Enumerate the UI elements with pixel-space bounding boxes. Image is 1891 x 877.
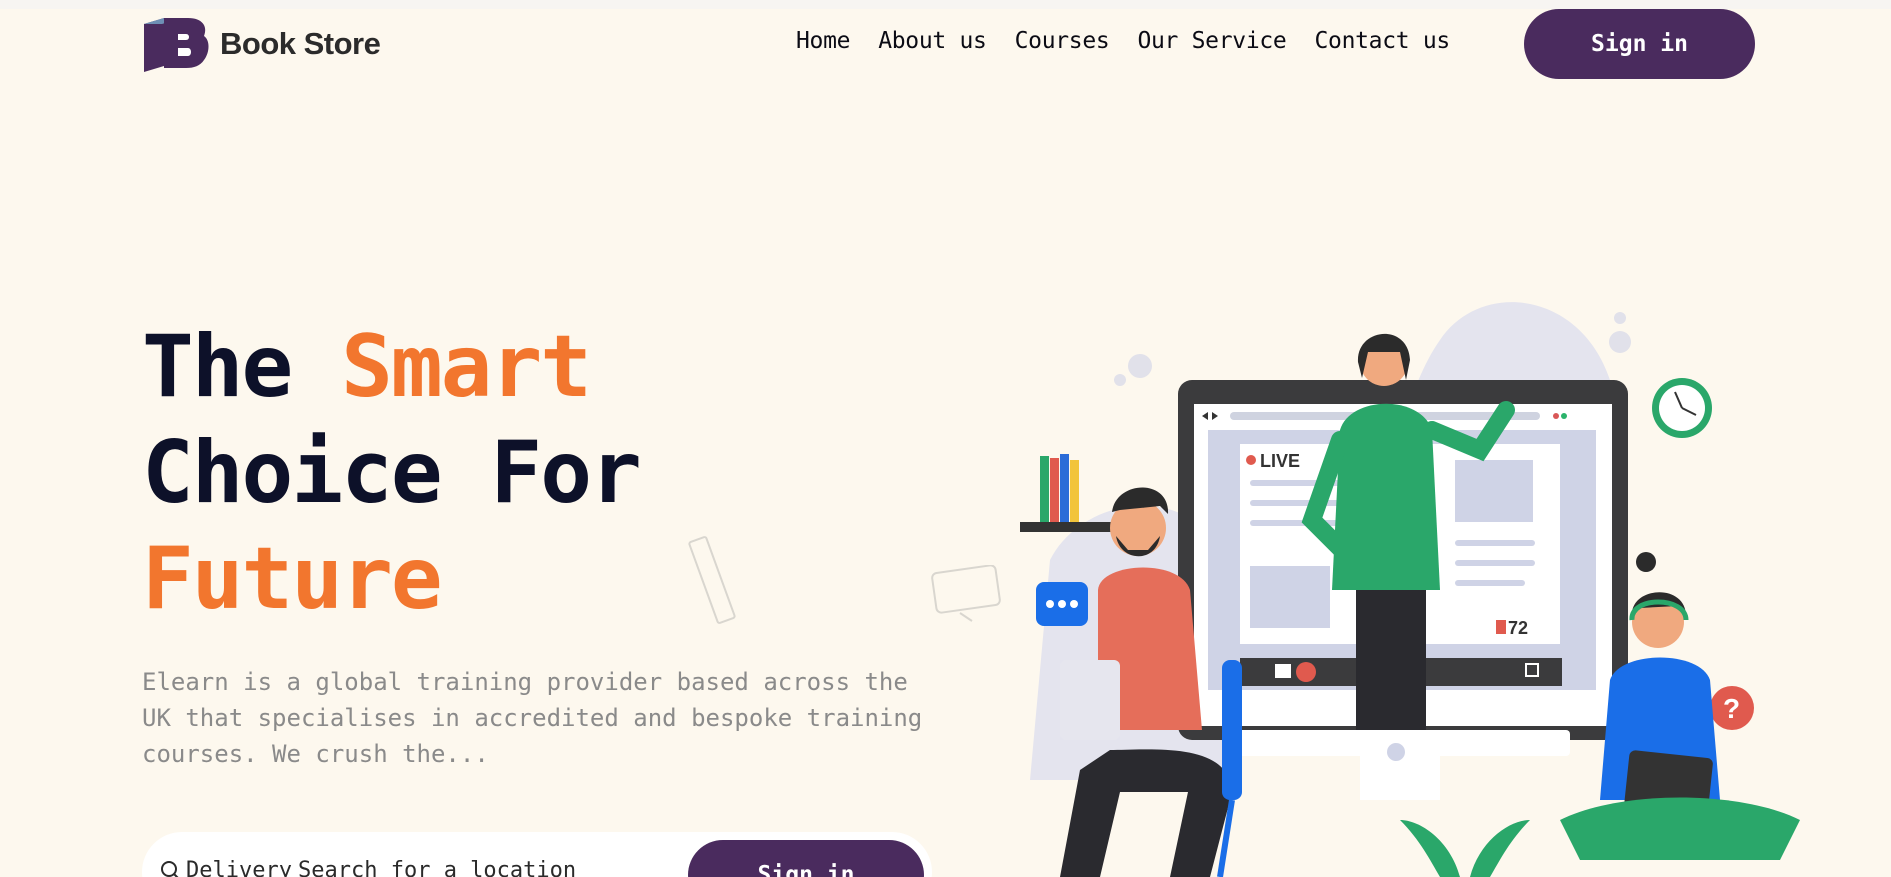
online-learning-illustration: LIVE 72 ? # xyxy=(1020,302,1800,877)
location-search-bar: Delivery Sign in xyxy=(142,832,932,877)
hero-title-part-1: The xyxy=(142,317,342,417)
top-strip xyxy=(0,0,1891,9)
brand-logo[interactable]: Book Store xyxy=(142,16,381,72)
ruler-doodle-icon xyxy=(688,536,736,624)
nav-home[interactable]: Home xyxy=(796,28,851,54)
brand-name: Book Store xyxy=(220,26,381,61)
nav-about-us[interactable]: About us xyxy=(878,28,987,54)
hero-title-accent-1: Smart xyxy=(341,317,592,417)
live-badge: LIVE xyxy=(1260,451,1300,471)
viewer-count: 72 xyxy=(1508,618,1528,638)
book-logo-icon xyxy=(144,18,209,72)
search-delivery-label: Delivery xyxy=(186,858,292,877)
search-icon xyxy=(161,861,179,877)
nav-our-service[interactable]: Our Service xyxy=(1137,28,1286,54)
main-nav: Home About us Courses Our Service Contac… xyxy=(796,28,1450,54)
search-signin-button[interactable]: Sign in xyxy=(688,840,924,877)
nav-courses[interactable]: Courses xyxy=(1015,28,1110,54)
hero-title-accent-2: Future xyxy=(142,529,443,629)
header-signin-button[interactable]: Sign in xyxy=(1524,9,1755,79)
location-search-input[interactable] xyxy=(298,854,588,877)
svg-text:?: ? xyxy=(1723,693,1740,724)
hero-title-part-2: Choice For xyxy=(142,423,642,523)
nav-contact-us[interactable]: Contact us xyxy=(1314,28,1450,54)
hero-title: The Smart Choice For Future xyxy=(142,314,642,632)
hero-description: Elearn is a global training provider bas… xyxy=(142,668,923,768)
